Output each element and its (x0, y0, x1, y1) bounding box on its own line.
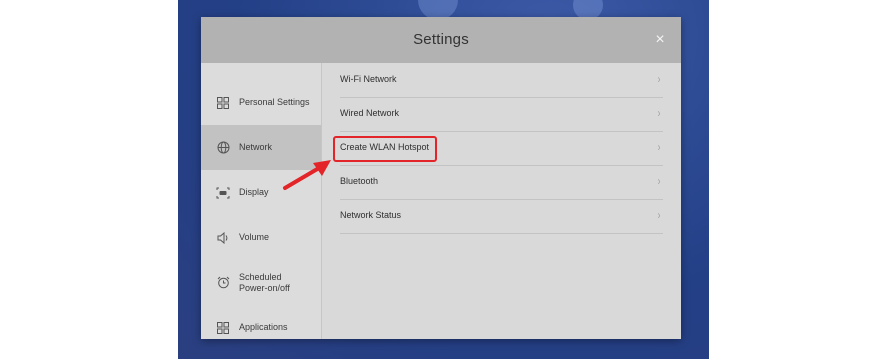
sidebar-item-label: Scheduled Power-on/off (239, 271, 290, 293)
chevron-right-icon: › (657, 72, 661, 86)
close-icon[interactable]: × (651, 31, 669, 49)
list-item-network-status[interactable]: Network Status › (340, 199, 663, 234)
chevron-right-icon: › (657, 174, 661, 188)
speaker-icon (216, 231, 230, 245)
sidebar-item-applications[interactable]: Applications (201, 305, 321, 339)
sidebar-item-label: Applications (239, 322, 288, 332)
list-item-bluetooth[interactable]: Bluetooth › (340, 165, 663, 200)
list-item-wifi-network[interactable]: Wi-Fi Network › (340, 63, 663, 98)
dialog-titlebar: Settings × (201, 17, 681, 63)
alarm-clock-icon (216, 276, 230, 290)
globe-icon (216, 141, 230, 155)
sidebar-item-label: Volume (239, 232, 270, 242)
settings-dialog: Settings × Personal Settings Network Dis… (201, 17, 681, 339)
display-icon (216, 186, 230, 200)
settings-sidebar: Personal Settings Network Display Volume… (201, 63, 322, 339)
sidebar-item-scheduled-power[interactable]: Scheduled Power-on/off (201, 260, 321, 305)
list-item-label: Bluetooth (340, 176, 379, 186)
network-settings-list: Wi-Fi Network › Wired Network › Create W… (322, 63, 681, 339)
sidebar-item-label: Personal Settings (239, 97, 310, 107)
list-item-wired-network[interactable]: Wired Network › (340, 97, 663, 132)
highlight-box (333, 136, 437, 162)
chevron-right-icon: › (657, 106, 661, 120)
annotation-arrow-icon (283, 160, 331, 190)
list-item-label: Wired Network (340, 108, 400, 118)
sidebar-item-personal-settings[interactable]: Personal Settings (201, 80, 321, 125)
sidebar-item-volume[interactable]: Volume (201, 215, 321, 260)
grid-icon (216, 321, 230, 335)
grid-icon (216, 96, 230, 110)
dialog-title: Settings (413, 31, 469, 48)
sidebar-item-label: Display (239, 187, 269, 197)
list-item-label: Network Status (340, 210, 402, 220)
chevron-right-icon: › (657, 208, 661, 222)
sidebar-item-label: Network (239, 142, 273, 152)
chevron-right-icon: › (657, 140, 661, 154)
list-item-label: Wi-Fi Network (340, 74, 397, 84)
